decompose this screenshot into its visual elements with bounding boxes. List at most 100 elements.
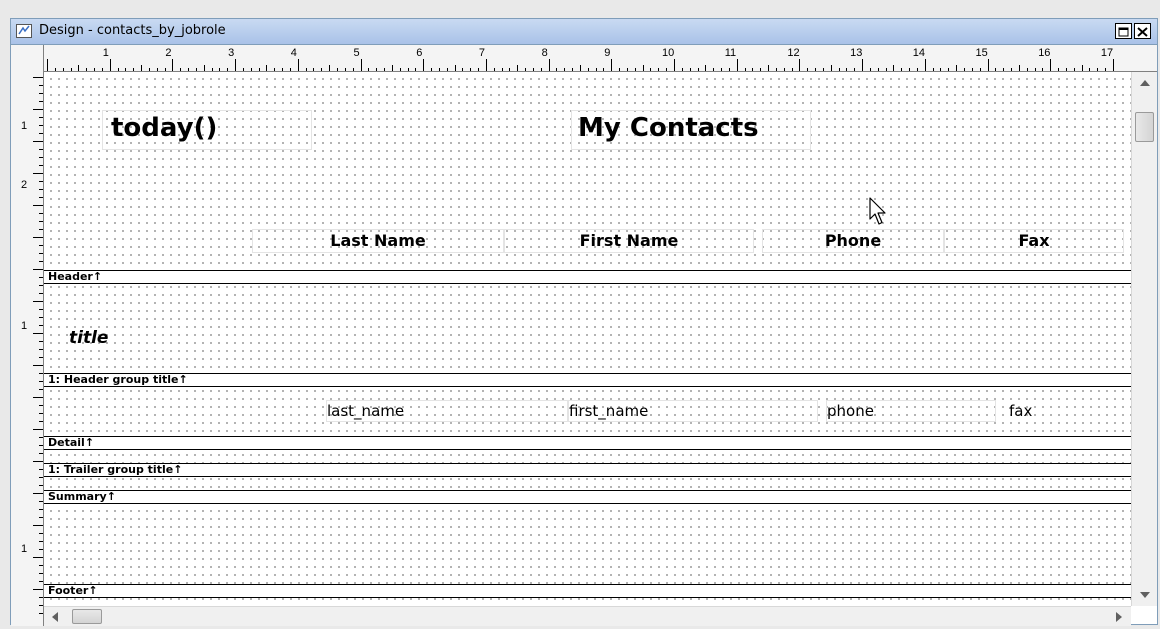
ruler-tick — [987, 59, 989, 71]
ruler-tick — [869, 68, 871, 71]
ruler-tick — [572, 68, 574, 71]
ruler-tick — [258, 68, 260, 71]
app-frame: Design - contacts_by_jobrole 1 2 3 4 5 6 7 8 9 10… — [0, 0, 1160, 629]
header-group-band-label: 1: Header group title↑ — [48, 373, 188, 386]
ruler-tick — [438, 68, 440, 71]
ruler-tick — [336, 68, 338, 71]
ruler-number: 16 — [1038, 47, 1051, 59]
ruler-tick — [39, 157, 43, 158]
ruler-tick — [775, 68, 777, 71]
ruler-tick — [101, 68, 103, 71]
ruler-tick — [33, 77, 43, 78]
horizontal-scroll-thumb[interactable] — [72, 609, 102, 624]
ruler-tick — [705, 65, 707, 71]
ruler-tick — [33, 397, 43, 398]
group-title-field[interactable]: title — [68, 326, 148, 350]
ruler-tick — [305, 68, 307, 71]
ruler-tick — [86, 68, 88, 71]
ruler-number: 10 — [662, 47, 675, 59]
ruler-tick — [1026, 68, 1028, 71]
maximize-button[interactable] — [1115, 23, 1132, 39]
ruler-tick — [752, 68, 754, 71]
horizontal-scrollbar[interactable] — [44, 606, 1131, 626]
title-bar[interactable]: Design - contacts_by_jobrole — [11, 19, 1157, 45]
ruler-tick — [195, 68, 197, 71]
close-button[interactable] — [1134, 23, 1151, 39]
ruler-tick — [282, 68, 284, 71]
ruler-tick — [909, 68, 911, 71]
ruler-tick — [33, 109, 43, 110]
ruler-tick — [39, 501, 43, 502]
first-name-column[interactable]: first_name — [568, 400, 818, 422]
ruler-tick — [39, 117, 43, 118]
ruler-tick — [39, 509, 43, 510]
ruler-tick — [501, 68, 503, 71]
ruler-tick — [932, 68, 934, 71]
ruler-number: 12 — [787, 47, 800, 59]
last-name-header[interactable]: Last Name — [252, 229, 504, 253]
today-computed-field[interactable]: today() — [102, 110, 312, 150]
ruler-tick — [415, 68, 417, 71]
ruler-number: 1 — [21, 320, 28, 332]
ruler-tick — [39, 85, 43, 86]
ruler-tick — [517, 65, 519, 71]
ruler-tick — [885, 68, 887, 71]
ruler-tick — [70, 68, 72, 71]
ruler-tick — [39, 453, 43, 454]
ruler-tick — [117, 68, 119, 71]
design-canvas[interactable]: today() My Contacts Last Name First Name… — [44, 72, 1131, 606]
ruler-number: 13 — [850, 47, 863, 59]
ruler-tick — [39, 357, 43, 358]
ruler-tick — [33, 205, 43, 206]
last-name-column[interactable]: last_name — [326, 400, 568, 422]
ruler-tick — [1073, 68, 1075, 71]
phone-header[interactable]: Phone — [762, 229, 944, 253]
scroll-down-arrow-icon[interactable] — [1140, 592, 1150, 598]
trailer-group-band-bar[interactable]: 1: Trailer group title↑ — [44, 463, 1131, 477]
ruler-tick — [39, 389, 43, 390]
design-window: Design - contacts_by_jobrole 1 2 3 4 5 6 7 8 9 10… — [10, 18, 1158, 626]
ruler-tick — [39, 149, 43, 150]
ruler-tick — [211, 68, 213, 71]
ruler-tick — [454, 65, 456, 71]
ruler-tick — [1058, 68, 1060, 71]
ruler-tick — [963, 68, 965, 71]
ruler-tick — [799, 59, 801, 71]
scroll-right-arrow-icon[interactable] — [1116, 612, 1122, 622]
trailer-group-band-label: 1: Trailer group title↑ — [48, 463, 183, 476]
detail-band-label: Detail↑ — [48, 436, 95, 449]
ruler-tick — [266, 65, 268, 71]
ruler-tick — [78, 65, 80, 71]
phone-column[interactable]: phone — [826, 400, 996, 422]
ruler-tick — [485, 59, 487, 71]
maximize-icon — [1118, 27, 1129, 37]
scroll-up-arrow-icon[interactable] — [1140, 80, 1150, 86]
ruler-tick — [297, 59, 299, 71]
vertical-scrollbar[interactable] — [1131, 72, 1157, 606]
detail-band-bar[interactable]: Detail↑ — [44, 436, 1131, 450]
ruler-tick — [1112, 59, 1114, 71]
ruler-tick — [1105, 68, 1107, 71]
ruler-tick — [509, 68, 511, 71]
footer-band-bar[interactable]: Footer↑ — [44, 584, 1131, 598]
ruler-tick — [603, 68, 605, 71]
header-band-bar[interactable]: Header↑ — [44, 270, 1131, 284]
ruler-tick — [1042, 68, 1044, 71]
ruler-tick — [579, 65, 581, 71]
fax-header[interactable]: Fax — [944, 229, 1124, 253]
scroll-left-arrow-icon[interactable] — [52, 612, 58, 622]
ruler-tick — [148, 68, 150, 71]
summary-band-bar[interactable]: Summary↑ — [44, 490, 1131, 504]
header-group-band-bar[interactable]: 1: Header group title↑ — [44, 373, 1131, 387]
ruler-tick — [1097, 68, 1099, 71]
first-name-header[interactable]: First Name — [504, 229, 754, 253]
fax-column[interactable]: fax — [1008, 400, 1118, 422]
ruler-tick — [227, 68, 229, 71]
vertical-scroll-thumb[interactable] — [1135, 112, 1154, 142]
ruler-tick — [39, 485, 43, 486]
ruler-tick — [33, 429, 43, 430]
ruler-tick — [250, 68, 252, 71]
ruler-tick — [39, 285, 43, 286]
report-title-text[interactable]: My Contacts — [571, 110, 811, 150]
ruler-tick — [235, 59, 237, 71]
